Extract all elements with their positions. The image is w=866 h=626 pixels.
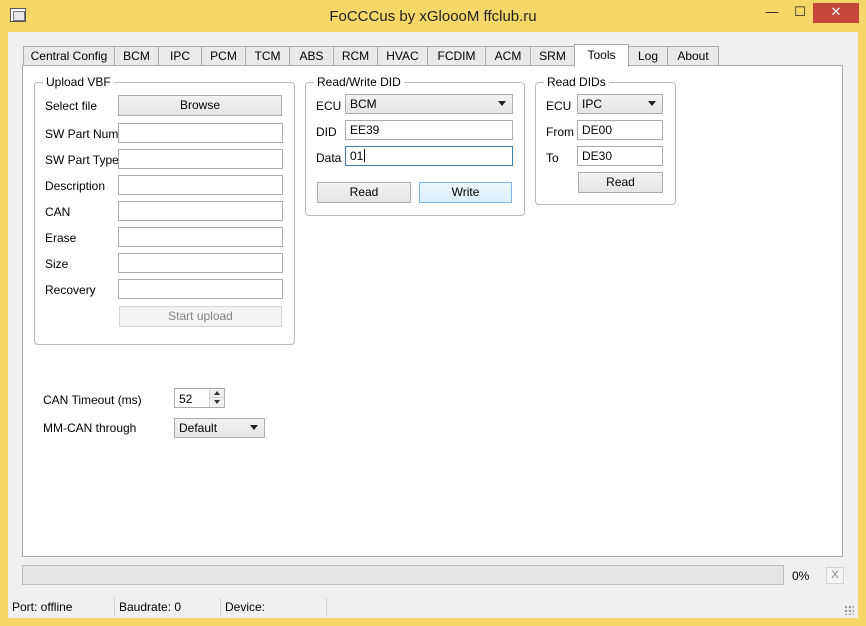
tab-fcdim[interactable]: FCDIM bbox=[427, 46, 486, 65]
tab-tcm[interactable]: TCM bbox=[245, 46, 290, 65]
erase-field[interactable] bbox=[118, 227, 283, 247]
spin-down-icon[interactable] bbox=[210, 398, 224, 407]
can-field[interactable] bbox=[118, 201, 283, 221]
from-label: From bbox=[546, 125, 574, 139]
status-baudrate: Baudrate: 0 bbox=[119, 600, 182, 614]
tab-pcm[interactable]: PCM bbox=[201, 46, 246, 65]
status-port: Port: offline bbox=[12, 600, 73, 614]
select-file-label: Select file bbox=[45, 99, 98, 113]
mm-can-value: Default bbox=[179, 421, 218, 435]
resize-grip-icon[interactable] bbox=[844, 605, 854, 615]
data-field[interactable]: 01 bbox=[345, 146, 513, 166]
window-title: FoCCCus by xGloooM ffclub.ru bbox=[329, 8, 537, 25]
progress-percent: 0% bbox=[792, 569, 810, 583]
did-label: DID bbox=[316, 125, 337, 139]
chevron-down-icon bbox=[250, 425, 258, 430]
sw-part-num-field[interactable] bbox=[118, 123, 283, 143]
tab-log[interactable]: Log bbox=[628, 46, 668, 65]
minimize-button[interactable]: — bbox=[760, 3, 784, 23]
read-dids-group: Read DIDs ECU IPC From DE00 To DE30 Read bbox=[535, 75, 676, 205]
rw-ecu-value: BCM bbox=[350, 97, 377, 111]
tab-central-config[interactable]: Central Config bbox=[23, 46, 115, 65]
maximize-button[interactable]: ☐ bbox=[788, 3, 812, 23]
can-timeout-value: 52 bbox=[179, 392, 193, 406]
description-label: Description bbox=[45, 179, 106, 193]
spin-buttons bbox=[209, 389, 224, 407]
from-field[interactable]: DE00 bbox=[577, 120, 663, 140]
spin-up-icon[interactable] bbox=[210, 389, 224, 398]
start-upload-button[interactable]: Start upload bbox=[119, 306, 282, 327]
tab-rcm[interactable]: RCM bbox=[333, 46, 378, 65]
tab-abs[interactable]: ABS bbox=[289, 46, 334, 65]
recovery-field[interactable] bbox=[118, 279, 283, 299]
sw-part-num-label: SW Part Num bbox=[45, 127, 119, 141]
sw-part-type-field[interactable] bbox=[118, 149, 283, 169]
chevron-down-icon bbox=[498, 101, 506, 106]
title-bar[interactable]: FoCCCus by xGloooM ffclub.ru — ☐ ✕ bbox=[0, 0, 866, 32]
upload-vbf-title: Upload VBF bbox=[43, 75, 114, 89]
upload-vbf-group: Upload VBF Select file Browse SW Part Nu… bbox=[34, 75, 295, 345]
read-write-did-group: Read/Write DID ECU BCM DID EE39 Data 01 … bbox=[305, 75, 525, 216]
did-field[interactable]: EE39 bbox=[345, 120, 513, 140]
status-bar: Port: offline Baudrate: 0 Device: bbox=[8, 596, 858, 618]
tab-tools[interactable]: Tools bbox=[574, 44, 629, 67]
cancel-button[interactable]: X bbox=[826, 567, 844, 584]
status-divider bbox=[326, 598, 327, 616]
description-field[interactable] bbox=[118, 175, 283, 195]
chevron-down-icon bbox=[648, 101, 656, 106]
to-field[interactable]: DE30 bbox=[577, 146, 663, 166]
erase-label: Erase bbox=[45, 231, 77, 245]
progress-bar bbox=[22, 565, 784, 585]
status-device: Device: bbox=[225, 600, 266, 614]
rw-ecu-combo[interactable]: BCM bbox=[345, 94, 513, 114]
rd-ecu-combo[interactable]: IPC bbox=[577, 94, 663, 114]
write-button[interactable]: Write bbox=[419, 182, 512, 203]
browse-button[interactable]: Browse bbox=[118, 95, 282, 116]
mm-can-combo[interactable]: Default bbox=[174, 418, 265, 438]
client-area: Central Config BCM IPC PCM TCM ABS RCM H… bbox=[8, 32, 858, 618]
size-field[interactable] bbox=[118, 253, 283, 273]
read-dids-title: Read DIDs bbox=[544, 75, 609, 89]
tab-about[interactable]: About bbox=[667, 46, 719, 65]
data-label: Data bbox=[316, 151, 342, 165]
sw-part-type-label: SW Part Type bbox=[45, 153, 119, 167]
rw-ecu-label: ECU bbox=[316, 99, 342, 113]
tab-hvac[interactable]: HVAC bbox=[377, 46, 428, 65]
can-timeout-label: CAN Timeout (ms) bbox=[43, 393, 142, 407]
can-label: CAN bbox=[45, 205, 71, 219]
to-label: To bbox=[546, 151, 559, 165]
rd-ecu-label: ECU bbox=[546, 99, 572, 113]
rw-read-button[interactable]: Read bbox=[317, 182, 411, 203]
mm-can-label: MM-CAN through bbox=[43, 421, 137, 435]
tab-srm[interactable]: SRM bbox=[530, 46, 575, 65]
size-label: Size bbox=[45, 257, 69, 271]
tab-bcm[interactable]: BCM bbox=[114, 46, 159, 65]
read-write-did-title: Read/Write DID bbox=[314, 75, 404, 89]
tab-ipc[interactable]: IPC bbox=[158, 46, 202, 65]
rd-read-button[interactable]: Read bbox=[578, 172, 663, 193]
recovery-label: Recovery bbox=[45, 283, 96, 297]
close-button[interactable]: ✕ bbox=[813, 3, 859, 23]
can-timeout-spinbox[interactable]: 52 bbox=[174, 388, 225, 408]
app-window: FoCCCus by xGloooM ffclub.ru — ☐ ✕ Centr… bbox=[0, 0, 866, 626]
tab-acm[interactable]: ACM bbox=[485, 46, 531, 65]
rd-ecu-value: IPC bbox=[582, 97, 603, 111]
tools-tab-pane: Upload VBF Select file Browse SW Part Nu… bbox=[22, 65, 843, 557]
